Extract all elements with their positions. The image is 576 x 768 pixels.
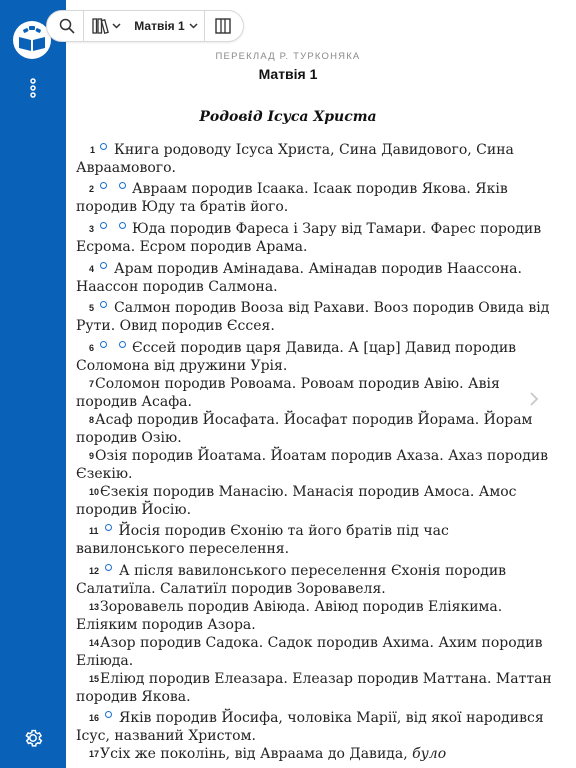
footnote-marker[interactable]: [105, 564, 113, 571]
footnote-marker[interactable]: [100, 182, 108, 189]
verse-number: 1: [90, 145, 96, 155]
verse[interactable]: 16 Яків породив Йосифа, чоловіка Марії, в…: [76, 709, 544, 745]
verse[interactable]: 2 Авраам породив Ісаака. Ісаак породив Як…: [76, 180, 508, 216]
verse-text: Авраам породив Ісаака. Ісаак породив Яко…: [132, 181, 508, 197]
verse-number: 15: [89, 674, 100, 684]
verse-text: породив Юду та братів його.: [76, 199, 289, 215]
chapter-text: 1 Книга родоводу Ісуса Христа, Сина Давид…: [0, 0, 576, 768]
verse[interactable]: 8Асаф породив Йосафата. Йосафат породив …: [76, 411, 532, 447]
verse-number: 3: [89, 224, 95, 234]
verse-number: 10: [89, 487, 100, 497]
verse-text: вавилонського переселення.: [76, 541, 290, 557]
verse-text: Ісус, названий Христом.: [76, 728, 256, 744]
verse-number: 13: [89, 602, 100, 612]
verse-number: 14: [89, 638, 100, 648]
verse-text: породив Озію.: [76, 430, 182, 446]
verse-text: породив Асафа.: [76, 394, 192, 410]
verse-text: Асаф породив Йосафата. Йосафат породив Й…: [95, 412, 533, 428]
verse-text: Салмон породив Вооза від Рахави. Вооз по…: [114, 300, 550, 316]
verse-number: 8: [89, 415, 95, 425]
verse-text: породив Якова.: [76, 689, 191, 705]
verse-text: Яків породив Йосифа, чоловіка Марії, від…: [119, 710, 544, 726]
verse-text: Азор породив Садока. Садок породив Ахима…: [100, 635, 543, 651]
verse[interactable]: 9Озія породив Йоатама. Йоатам породив Ах…: [76, 447, 548, 483]
verse-text: Салатиїла. Салатиїл породив Зоровавеля.: [76, 581, 386, 597]
verse-number: 2: [89, 184, 95, 194]
verse[interactable]: 13Зоровавель породив Авіюда. Авіюд пород…: [76, 598, 508, 634]
verse-text: А після вавилонського переселення Єхонія…: [119, 563, 507, 579]
verse-text: Єзекію.: [76, 466, 133, 482]
verse-text: Юда породив Фареса і Зару від Тамари. Фа…: [132, 221, 542, 237]
footnote-marker[interactable]: [104, 524, 112, 531]
verse-text: Еліяким породив Азора.: [76, 617, 256, 633]
verse[interactable]: 12 А після вавилонського переселення Єхон…: [76, 562, 508, 598]
verse[interactable]: 15Еліюд породив Елеазара. Елеазар породи…: [76, 670, 552, 706]
footnote-marker[interactable]: [100, 143, 108, 150]
verse-text-italic: було: [412, 746, 447, 762]
verse-number: 5: [89, 303, 95, 313]
verse[interactable]: 11 Йосія породив Єхонію та його братів пі…: [76, 522, 508, 558]
verse-number: 16: [89, 713, 100, 723]
verse[interactable]: 3 Юда породив Фареса і Зару від Тамари. Ф…: [76, 220, 541, 256]
verse-text: Книга родоводу Ісуса Христа, Сина Давидо…: [114, 142, 514, 158]
footnote-marker[interactable]: [100, 341, 108, 348]
footnote-marker[interactable]: [119, 182, 127, 189]
verse[interactable]: 4 Арам породив Амінадава. Амінадав породи…: [76, 260, 522, 296]
verse-text: породив Йосію.: [76, 502, 192, 518]
verse-text: Єзекія породив Манасію. Манасія породив …: [100, 484, 517, 500]
verse[interactable]: 7Соломон породив Ровоама. Ровоам породив…: [76, 375, 508, 411]
verse-text: Рути. Овид породив Єссея.: [76, 318, 275, 334]
verse-number: 7: [89, 379, 95, 389]
verse-number: 12: [89, 566, 100, 576]
verse-text: Наассон породив Салмона.: [76, 279, 278, 295]
verse[interactable]: 1 Книга родоводу Ісуса Христа, Сина Давид…: [76, 141, 514, 177]
footnote-marker[interactable]: [119, 222, 127, 229]
verse-number: 11: [89, 526, 99, 536]
verse[interactable]: 6 Єссей породив царя Давида. А [цар] Дави…: [76, 339, 516, 375]
chevron-right-icon: [530, 392, 539, 406]
verse-number: 9: [89, 451, 95, 461]
verse-text: Озія породив Йоатама. Йоатам породив Аха…: [95, 448, 549, 464]
verse-text: Йосія породив Єхонію та його братів під …: [118, 523, 449, 539]
verse-number: 4: [89, 264, 95, 274]
verse[interactable]: 5 Салмон породив Вооза від Рахави. Вооз п…: [76, 299, 549, 335]
verse[interactable]: 17Усіх же поколінь, від Авраама до Давид…: [76, 745, 508, 763]
verse-text: Авраамового.: [76, 160, 176, 176]
footnote-marker[interactable]: [100, 262, 108, 269]
footnote-marker[interactable]: [119, 341, 127, 348]
next-chapter-button[interactable]: [528, 390, 540, 408]
verse-text: Зоровавель породив Авіюда. Авіюд породив…: [100, 599, 503, 615]
verse-text: Арам породив Амінадава. Амінадав породив…: [114, 261, 522, 277]
verse-text: Єссей породив царя Давида. А [цар] Давид…: [132, 340, 517, 356]
verse-text: Соломон породив Ровоама. Ровоам породив …: [95, 376, 500, 392]
verse-text: Есрома. Есром породив Арама.: [76, 239, 308, 255]
verse-number: 6: [89, 343, 95, 353]
footnote-marker[interactable]: [100, 222, 108, 229]
verse[interactable]: 10Єзекія породив Манасію. Манасія породи…: [76, 483, 517, 519]
verse-number: 17: [89, 749, 100, 759]
verse-text: Соломона від дружини Урія.: [76, 358, 288, 374]
footnote-marker[interactable]: [100, 301, 108, 308]
verse-text: Еліюд породив Елеазара. Елеазар породив …: [100, 671, 552, 687]
verse[interactable]: 14Азор породив Садока. Садок породив Ахи…: [76, 634, 543, 670]
footnote-marker[interactable]: [105, 711, 113, 718]
verse-text: Усіх же поколінь, від Авраама до Давида,: [100, 746, 408, 762]
verse-text: Еліюда.: [76, 653, 134, 669]
